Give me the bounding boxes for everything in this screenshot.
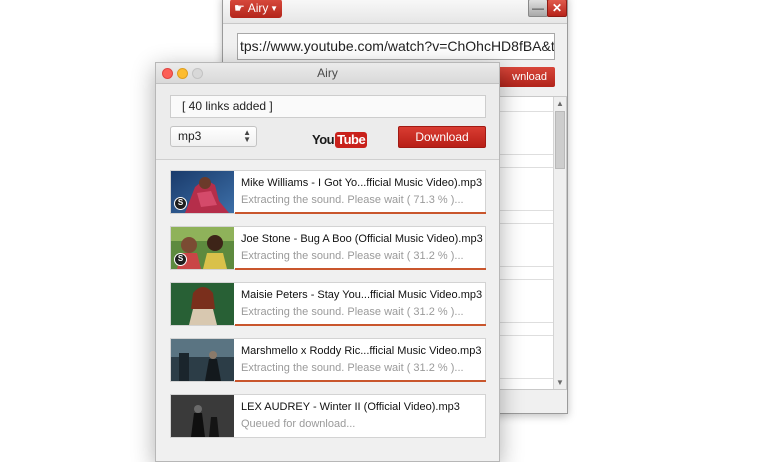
- hand-pointer-icon: ☛: [234, 1, 245, 15]
- video-thumbnail: S: [171, 227, 234, 269]
- progress-fill: [235, 212, 486, 214]
- url-input[interactable]: tps://www.youtube.com/watch?v=ChOhcHD8fB…: [237, 33, 555, 60]
- format-select[interactable]: mp3 ▲ ▼: [170, 126, 257, 147]
- youtube-logo-you: You: [312, 132, 335, 147]
- download-item[interactable]: Maisie Peters - Stay You...fficial Music…: [170, 282, 486, 326]
- close-button[interactable]: ✕: [547, 0, 567, 17]
- item-title: LEX AUDREY - Winter II (Official Video).…: [241, 401, 460, 413]
- minimize-button[interactable]: —: [528, 0, 548, 17]
- progress-fill: [235, 380, 486, 382]
- app-menu-label: Airy: [247, 1, 269, 15]
- video-thumbnail: [171, 339, 234, 381]
- item-status: Queued for download...: [241, 418, 356, 430]
- scrollbar-thumb[interactable]: [555, 111, 565, 169]
- progress-fill: [235, 268, 486, 270]
- window-title: Airy: [317, 66, 338, 80]
- progress-bar: [235, 324, 486, 326]
- item-title: Mike Williams - I Got Yo...fficial Music…: [241, 177, 483, 189]
- front-app-window: Airy [ 40 links added ] mp3 ▲ ▼ You Tube D…: [155, 62, 500, 462]
- download-list: S Mike Williams - I Got Yo...fficial Mus…: [156, 160, 499, 461]
- close-icon: ✕: [551, 1, 563, 15]
- progress-bar: [235, 268, 486, 270]
- item-status: Extracting the sound. Please wait ( 71.3…: [241, 194, 464, 206]
- item-status: Extracting the sound. Please wait ( 31.2…: [241, 362, 464, 374]
- scroll-down-icon[interactable]: ▼: [554, 376, 566, 389]
- download-item[interactable]: S Joe Stone - Bug A Boo (Official Music …: [170, 226, 486, 270]
- back-window-titlebar: ☛ Airy ▼ — ✕: [223, 0, 567, 24]
- item-status: Extracting the sound. Please wait ( 31.2…: [241, 250, 464, 262]
- download-item[interactable]: S Mike Williams - I Got Yo...fficial Mus…: [170, 170, 486, 214]
- download-item[interactable]: Marshmello x Roddy Ric...fficial Music V…: [170, 338, 486, 382]
- select-arrows-icon: ▲ ▼: [243, 128, 251, 144]
- youtube-logo-tube: Tube: [335, 132, 368, 148]
- spinnin-logo-icon: S: [174, 197, 187, 210]
- youtube-logo: You Tube: [312, 132, 368, 148]
- video-thumbnail: S: [171, 171, 234, 213]
- app-menu-button[interactable]: ☛ Airy ▼: [230, 0, 282, 18]
- front-window-titlebar: Airy: [156, 63, 499, 84]
- vertical-scrollbar[interactable]: ▲ ▼: [553, 97, 566, 389]
- scroll-up-icon[interactable]: ▲: [554, 97, 566, 110]
- progress-bar: [235, 212, 486, 214]
- spinnin-logo-icon: S: [174, 253, 187, 266]
- format-select-value: mp3: [178, 129, 202, 143]
- back-download-label: wnload: [512, 71, 547, 83]
- video-thumbnail: [171, 395, 234, 437]
- item-status: Extracting the sound. Please wait ( 31.2…: [241, 306, 464, 318]
- progress-bar: [235, 380, 486, 382]
- item-title: Maisie Peters - Stay You...fficial Music…: [241, 289, 483, 301]
- links-added-field[interactable]: [ 40 links added ]: [170, 95, 486, 118]
- video-thumbnail: [171, 283, 234, 325]
- progress-fill: [235, 324, 486, 326]
- chevron-down-icon: ▼: [270, 4, 278, 13]
- item-title: Joe Stone - Bug A Boo (Official Music Vi…: [241, 233, 483, 245]
- download-item[interactable]: LEX AUDREY - Winter II (Official Video).…: [170, 394, 486, 438]
- item-title: Marshmello x Roddy Ric...fficial Music V…: [241, 345, 482, 357]
- minimize-icon: —: [532, 1, 544, 15]
- download-button[interactable]: Download: [398, 126, 486, 148]
